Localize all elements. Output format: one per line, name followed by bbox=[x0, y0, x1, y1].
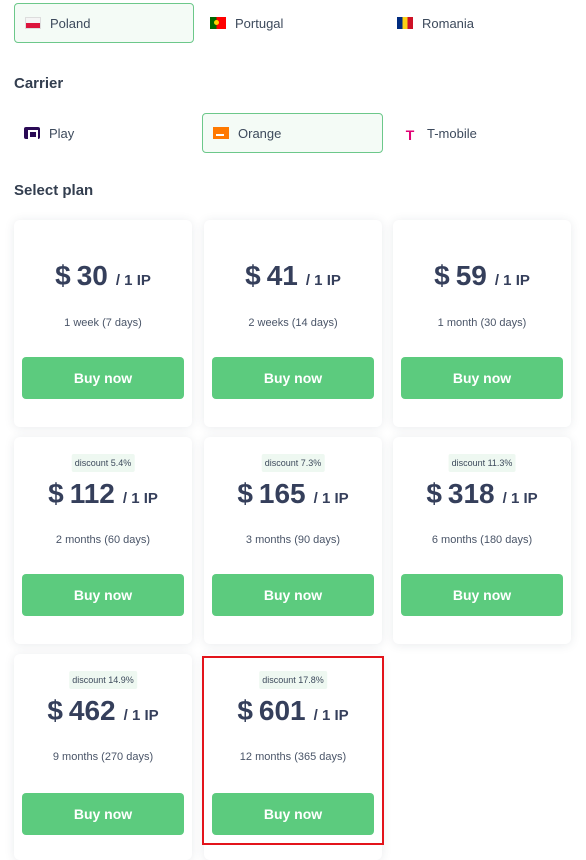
portugal-flag-icon bbox=[210, 17, 226, 29]
discount-badge: discount 14.9% bbox=[69, 671, 137, 689]
plan-duration: 1 week (7 days) bbox=[64, 317, 142, 329]
t-mobile-logo-icon: T bbox=[405, 127, 415, 143]
price-amount: 601 bbox=[258, 695, 306, 726]
country-option-portugal[interactable]: Portugal bbox=[200, 3, 380, 43]
price-unit: / 1 IP bbox=[123, 707, 159, 724]
country-selector: Poland Portugal Romania bbox=[14, 3, 572, 43]
plan-duration: 9 months (270 days) bbox=[52, 751, 154, 763]
buy-now-button[interactable]: Buy now bbox=[401, 357, 563, 399]
orange-logo-icon bbox=[213, 127, 229, 139]
currency-symbol: $ bbox=[434, 260, 450, 291]
country-option-poland[interactable]: Poland bbox=[14, 3, 194, 43]
currency-symbol: $ bbox=[245, 260, 261, 291]
plan-price: $ 112 / 1 IP bbox=[14, 478, 192, 510]
plan-card: $ 59 / 1 IP 1 month (30 days) Buy now bbox=[393, 220, 571, 427]
buy-now-button[interactable]: Buy now bbox=[212, 357, 374, 399]
carrier-selector: Play Orange T T-mobile bbox=[14, 113, 572, 153]
currency-symbol: $ bbox=[48, 478, 64, 509]
plan-card: $ 30 / 1 IP 1 week (7 days) Buy now bbox=[14, 220, 192, 427]
romania-flag-icon bbox=[397, 17, 413, 29]
currency-symbol: $ bbox=[55, 260, 71, 291]
price-unit: / 1 IP bbox=[494, 272, 530, 289]
plan-duration: 1 month (30 days) bbox=[437, 317, 527, 329]
country-label: Portugal bbox=[235, 15, 284, 31]
plan-price: $ 59 / 1 IP bbox=[393, 260, 571, 292]
buy-now-button[interactable]: Buy now bbox=[22, 357, 184, 399]
price-unit: / 1 IP bbox=[313, 490, 349, 507]
currency-symbol: $ bbox=[237, 478, 253, 509]
discount-badge: discount 7.3% bbox=[261, 454, 325, 472]
buy-now-button[interactable]: Buy now bbox=[401, 574, 563, 616]
price-unit: / 1 IP bbox=[313, 707, 349, 724]
plan-card: $ 41 / 1 IP 2 weeks (14 days) Buy now bbox=[204, 220, 382, 427]
plan-price: $ 30 / 1 IP bbox=[14, 260, 192, 292]
plan-duration: 6 months (180 days) bbox=[431, 534, 533, 546]
plan-price: $ 462 / 1 IP bbox=[14, 695, 192, 727]
price-amount: 165 bbox=[258, 478, 306, 509]
carrier-label: T-mobile bbox=[427, 125, 477, 141]
carrier-label: Play bbox=[49, 125, 75, 141]
country-option-romania[interactable]: Romania bbox=[387, 3, 567, 43]
currency-symbol: $ bbox=[237, 695, 253, 726]
poland-flag-icon bbox=[25, 17, 41, 29]
carrier-heading: Carrier bbox=[14, 75, 64, 92]
plan-price: $ 165 / 1 IP bbox=[204, 478, 382, 510]
select-plan-heading: Select plan bbox=[14, 182, 94, 199]
carrier-option-play[interactable]: Play bbox=[14, 113, 194, 153]
discount-badge: discount 17.8% bbox=[259, 671, 327, 689]
plan-duration: 2 months (60 days) bbox=[55, 534, 151, 546]
discount-badge: discount 11.3% bbox=[448, 454, 516, 472]
plan-card: discount 7.3% $ 165 / 1 IP 3 months (90 … bbox=[204, 437, 382, 644]
currency-symbol: $ bbox=[426, 478, 442, 509]
plan-duration: 2 weeks (14 days) bbox=[248, 317, 338, 329]
price-amount: 41 bbox=[266, 260, 298, 291]
buy-now-button[interactable]: Buy now bbox=[212, 574, 374, 616]
price-amount: 59 bbox=[455, 260, 487, 291]
price-unit: / 1 IP bbox=[115, 272, 151, 289]
country-label: Poland bbox=[50, 15, 91, 31]
price-amount: 30 bbox=[76, 260, 108, 291]
buy-now-button[interactable]: Buy now bbox=[212, 793, 374, 835]
currency-symbol: $ bbox=[47, 695, 63, 726]
country-label: Romania bbox=[422, 15, 475, 31]
plan-price: $ 41 / 1 IP bbox=[204, 260, 382, 292]
price-unit: / 1 IP bbox=[502, 490, 538, 507]
plan-price: $ 318 / 1 IP bbox=[393, 478, 571, 510]
price-unit: / 1 IP bbox=[305, 272, 341, 289]
price-amount: 318 bbox=[447, 478, 495, 509]
plan-card: discount 5.4% $ 112 / 1 IP 2 months (60 … bbox=[14, 437, 192, 644]
carrier-label: Orange bbox=[238, 125, 282, 141]
plan-price: $ 601 / 1 IP bbox=[204, 695, 382, 727]
plan-card: discount 17.8% $ 601 / 1 IP 12 months (3… bbox=[204, 654, 382, 860]
plan-card: discount 14.9% $ 462 / 1 IP 9 months (27… bbox=[14, 654, 192, 860]
buy-now-button[interactable]: Buy now bbox=[22, 793, 184, 835]
price-amount: 112 bbox=[69, 478, 115, 509]
carrier-option-t-mobile[interactable]: T T-mobile bbox=[392, 113, 572, 153]
price-amount: 462 bbox=[68, 695, 116, 726]
price-unit: / 1 IP bbox=[122, 490, 158, 507]
carrier-option-orange[interactable]: Orange bbox=[202, 113, 383, 153]
play-logo-icon bbox=[24, 127, 40, 139]
plan-duration: 3 months (90 days) bbox=[245, 534, 341, 546]
buy-now-button[interactable]: Buy now bbox=[22, 574, 184, 616]
discount-badge: discount 5.4% bbox=[71, 454, 135, 472]
plan-duration: 12 months (365 days) bbox=[239, 751, 347, 763]
plan-card: discount 11.3% $ 318 / 1 IP 6 months (18… bbox=[393, 437, 571, 644]
